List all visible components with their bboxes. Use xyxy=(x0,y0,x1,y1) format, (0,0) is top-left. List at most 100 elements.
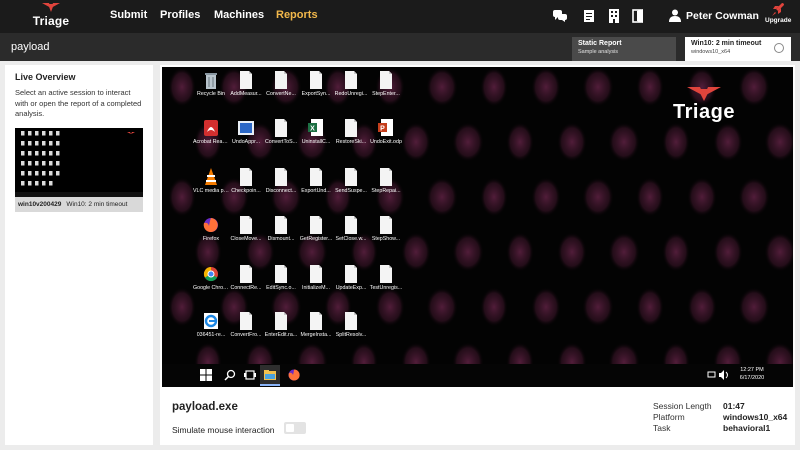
desktop-icon[interactable]: Firefox xyxy=(193,215,229,243)
desktop-icon-label: RestoreSki... xyxy=(335,139,367,145)
desktop-icon[interactable]: 036451-re... xyxy=(193,311,229,339)
thumbnail-icon xyxy=(42,131,46,136)
desktop-icon[interactable]: Checkpoin... xyxy=(228,167,264,195)
windows-taskbar: 12:27 PM 6/17/2020 xyxy=(162,364,793,387)
wallpaper-blob xyxy=(608,232,640,272)
tab-static-report[interactable]: Static Report Sample analysis xyxy=(572,37,676,61)
platform-label: Platform xyxy=(653,412,685,422)
firefox-taskbar-icon[interactable] xyxy=(288,369,300,381)
desktop-icon[interactable]: ConvertNe... xyxy=(263,70,299,98)
wallpaper-blob xyxy=(738,177,770,217)
wallpaper-blob xyxy=(531,287,561,327)
task-view-icon[interactable] xyxy=(244,369,256,381)
wallpaper-blob xyxy=(506,122,534,162)
tab-win10-session[interactable]: Win10: 2 min timeout windows10_x64 xyxy=(685,37,791,61)
system-tray-icons[interactable] xyxy=(707,370,733,380)
desktop-icon[interactable]: Recycle Bin xyxy=(193,70,229,98)
desktop-icon-label: ConnectRe... xyxy=(230,285,262,291)
desktop-icon[interactable]: RedoUnregi... xyxy=(333,70,369,98)
vm-screen[interactable]: Recycle Bin AddMeasur... ConvertNe... Expor… xyxy=(162,67,793,387)
desktop-icon[interactable]: Disconnect... xyxy=(263,167,299,195)
desktop-icon[interactable]: InitializeM... xyxy=(298,264,334,292)
windows-start-icon[interactable] xyxy=(200,369,212,381)
desktop-icon-label: ConvertNe... xyxy=(266,91,296,97)
desktop-icon[interactable]: ConvertFro... xyxy=(228,311,264,339)
thumbnail-icon xyxy=(28,161,32,166)
desktop-icon-label: Recycle Bin xyxy=(197,91,225,97)
desktop-icon[interactable]: ConnectRe... xyxy=(228,264,264,292)
thumbnail-icon xyxy=(49,131,53,136)
desktop-icon-label: Checkpoin... xyxy=(231,188,261,194)
desktop-icon[interactable]: CloseMove... xyxy=(228,215,264,243)
nav-machines[interactable]: Machines xyxy=(214,9,264,21)
upgrade-button[interactable]: Upgrade xyxy=(765,3,791,24)
desktop-icon[interactable]: SendSuspe... xyxy=(333,167,369,195)
desktop-icon[interactable]: EditSync.o... xyxy=(263,264,299,292)
wallpaper-blob xyxy=(687,177,717,217)
wallpaper-blob xyxy=(713,232,743,272)
desktop-icon[interactable]: UndoAppr... xyxy=(228,118,264,146)
desktop-icon[interactable]: SetClose.w... xyxy=(333,215,369,243)
desktop-icon[interactable]: P UndoExit.odp xyxy=(368,118,404,146)
nav-profiles[interactable]: Profiles xyxy=(160,9,200,21)
simulate-mouse-toggle[interactable] xyxy=(284,422,306,434)
file-file-icon xyxy=(275,216,287,234)
desktop-icon[interactable]: X UninstallC... xyxy=(298,118,334,146)
file-file-icon xyxy=(275,168,287,186)
file-file-icon xyxy=(345,265,357,283)
file-file-icon xyxy=(240,312,252,330)
desktop-icon[interactable]: AddMeasur... xyxy=(228,70,264,98)
panel-title: Live Overview xyxy=(15,72,76,82)
desktop-icon[interactable]: ConvertToS... xyxy=(263,118,299,146)
ppt-file-icon: P xyxy=(378,119,393,136)
file-file-icon xyxy=(310,71,322,89)
nav-submit[interactable]: Submit xyxy=(110,9,147,21)
thumbnail-icon xyxy=(35,161,39,166)
file-file-icon xyxy=(240,71,252,89)
file-file-icon xyxy=(345,71,357,89)
nav-reports[interactable]: Reports xyxy=(276,9,318,21)
desktop-icon[interactable]: MergeInsta... xyxy=(298,311,334,339)
username[interactable]: Peter Cowman xyxy=(686,10,759,22)
session-card[interactable]: win10v200429 Win10: 2 min timeout xyxy=(15,128,143,212)
user-icon[interactable] xyxy=(669,9,681,22)
recycle-file-icon xyxy=(205,73,217,89)
building-icon[interactable] xyxy=(607,9,621,23)
file-file-icon xyxy=(240,265,252,283)
desktop-icon[interactable]: RestoreSki... xyxy=(333,118,369,146)
wallpaper-blob xyxy=(764,232,793,272)
desktop-icon[interactable]: UpdateExp... xyxy=(333,264,369,292)
desktop-icon[interactable]: StepRepai... xyxy=(368,167,404,195)
desktop-icon[interactable]: EnterEdit.ra... xyxy=(263,311,299,339)
wallpaper-blob xyxy=(506,232,534,272)
desktop-icon[interactable]: Acrobat Reader DC xyxy=(193,118,229,146)
taskbar-active-app[interactable] xyxy=(260,365,280,386)
chat-icon[interactable] xyxy=(553,9,567,23)
desktop-icon[interactable]: SplitResolv... xyxy=(333,311,369,339)
task-value: behavioral1 xyxy=(723,423,771,433)
search-icon[interactable] xyxy=(224,369,236,381)
desktop-icon[interactable]: ExportSyn... xyxy=(298,70,334,98)
wallpaper-blob xyxy=(531,67,561,107)
session-length-value: 01:47 xyxy=(723,401,745,411)
thumbnail-icon xyxy=(42,181,46,186)
desktop-icon[interactable]: Dismount... xyxy=(263,215,299,243)
thumbnail-icon xyxy=(56,151,60,156)
thumbnail-icon xyxy=(42,171,46,176)
desktop-icon[interactable]: StepShow... xyxy=(368,215,404,243)
desktop-icon[interactable]: Google Chrome xyxy=(193,264,229,292)
thumbnail-icon xyxy=(56,171,60,176)
desktop-icon[interactable]: ExportUnd... xyxy=(298,167,334,195)
door-icon[interactable] xyxy=(632,9,646,23)
document-icon[interactable] xyxy=(582,9,596,23)
desktop-icon[interactable]: VLC media player xyxy=(193,167,229,195)
thumbnail-icon xyxy=(49,161,53,166)
desktop-icon[interactable]: StepEnter... xyxy=(368,70,404,98)
desktop-icon[interactable]: GetRegister... xyxy=(298,215,334,243)
taskbar-clock[interactable]: 12:27 PM 6/17/2020 xyxy=(732,367,772,382)
desktop-icon[interactable]: TestUnregis... xyxy=(368,264,404,292)
file-file-icon xyxy=(275,71,287,89)
tab-subtitle: windows10_x64 xyxy=(691,49,731,55)
desktop-icon-label: MergeInsta... xyxy=(300,332,332,338)
triage-logo[interactable]: Triage xyxy=(31,3,71,30)
